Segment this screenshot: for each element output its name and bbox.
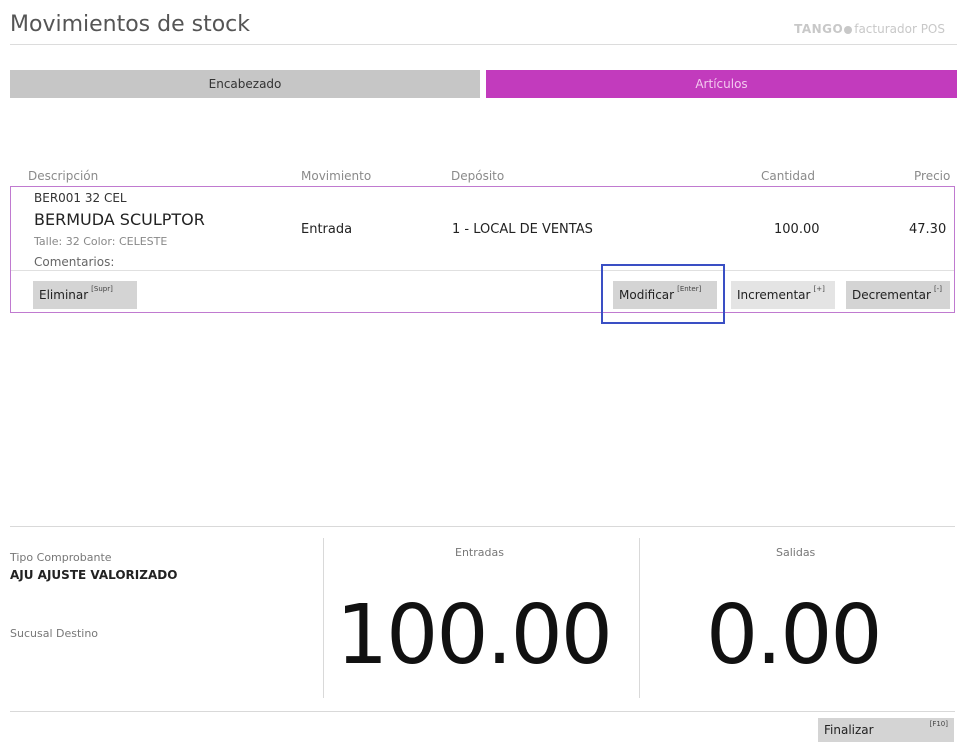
salidas-value: 0.00 [706, 588, 883, 683]
modificar-label: Modificar [619, 288, 675, 302]
decrementar-label: Decrementar [852, 288, 931, 302]
brand-product: facturador POS [854, 22, 945, 36]
finalizar-shortcut: [F10] [929, 720, 948, 728]
item-comments: Comentarios: [34, 255, 115, 269]
item-attributes: Talle: 32 Color: CELESTE [34, 235, 168, 248]
eliminar-label: Eliminar [39, 288, 89, 302]
tab-articulos-label: Artículos [695, 77, 748, 91]
item-code: BER001 32 CEL [34, 191, 127, 205]
column-header-deposito: Depósito [451, 169, 505, 183]
decrementar-shortcut: [-] [933, 285, 942, 293]
summary-divider [10, 526, 955, 527]
sucursal-destino-label: Sucusal Destino [10, 627, 99, 640]
entradas-value: 100.00 [336, 588, 613, 683]
item-cantidad: 100.00 [774, 222, 820, 237]
item-description: BERMUDA SCULPTOR [34, 210, 205, 229]
column-header-movimiento: Movimiento [301, 169, 372, 183]
tab-articulos[interactable]: Artículos [486, 70, 957, 98]
entradas-label: Entradas [455, 546, 504, 559]
column-header-precio: Precio [914, 169, 951, 183]
brand-logo: TANGO facturador POS [794, 22, 945, 36]
tipo-comprobante-label: Tipo Comprobante [10, 551, 112, 564]
column-header-descripcion: Descripción [28, 169, 99, 183]
incrementar-button[interactable]: Incrementar [+] [731, 281, 835, 309]
eliminar-button[interactable]: Eliminar [Supr] [33, 281, 137, 309]
modificar-shortcut: [Enter] [677, 285, 702, 293]
brand-name: TANGO [794, 22, 844, 36]
modificar-button[interactable]: Modificar [Enter] [613, 281, 717, 309]
summary-separator [323, 538, 324, 698]
summary-separator [639, 538, 640, 698]
incrementar-label: Incrementar [737, 288, 811, 302]
page-title: Movimientos de stock [10, 12, 251, 37]
item-deposito: 1 - LOCAL DE VENTAS [452, 222, 593, 237]
tab-encabezado[interactable]: Encabezado [10, 70, 480, 98]
column-header-cantidad: Cantidad [761, 169, 815, 183]
item-movimiento: Entrada [301, 222, 353, 237]
header-divider [10, 44, 957, 45]
footer-divider [10, 711, 955, 712]
decrementar-button[interactable]: Decrementar [-] [846, 281, 950, 309]
row-divider [11, 270, 954, 271]
brand-dot-icon [844, 25, 853, 34]
finalizar-button[interactable]: Finalizar [F10] [818, 718, 954, 742]
incrementar-shortcut: [+] [813, 285, 825, 293]
salidas-label: Salidas [776, 546, 816, 559]
finalizar-label: Finalizar [824, 723, 874, 737]
item-precio: 47.30 [909, 222, 947, 237]
eliminar-shortcut: [Supr] [91, 285, 113, 293]
tab-encabezado-label: Encabezado [208, 77, 282, 91]
tipo-comprobante-value: AJU AJUSTE VALORIZADO [10, 568, 178, 582]
